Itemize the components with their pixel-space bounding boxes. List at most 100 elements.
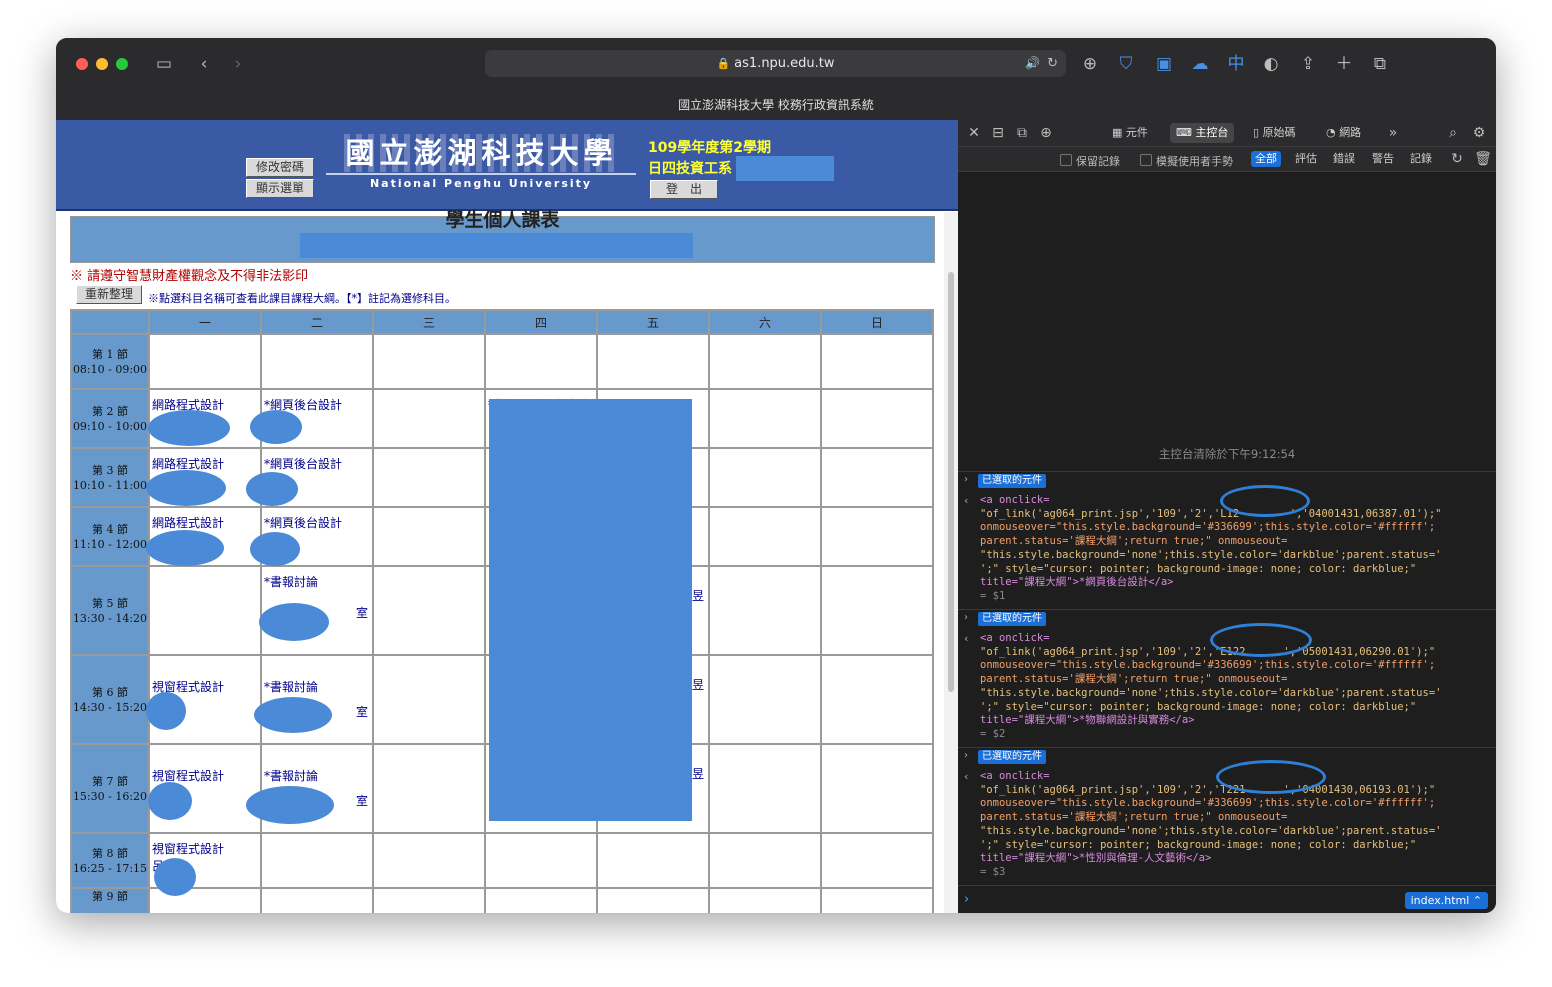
tab-network[interactable]: ◔ 網路 — [1326, 123, 1361, 143]
redaction-blob — [146, 470, 226, 506]
page-title-box: 學生個人課表 — [70, 209, 935, 263]
course-link[interactable]: *書報討論 — [262, 745, 372, 784]
scrollbar-thumb[interactable] — [948, 272, 954, 692]
filter-errors[interactable]: 錯誤 — [1333, 151, 1355, 167]
privacy-icon[interactable]: ◐ — [1259, 52, 1283, 76]
close-window-button[interactable] — [76, 58, 88, 70]
close-inspector-icon[interactable]: ✕ — [965, 123, 983, 143]
code-output[interactable]: <a onclick= "of_link('ag064_print.jsp','… — [980, 632, 1441, 742]
tab-overview-icon[interactable]: ⧉ — [1368, 52, 1392, 76]
code-output[interactable]: <a onclick= "of_link('ag064_print.jsp','… — [980, 494, 1441, 604]
more-tabs-icon[interactable]: » — [1384, 123, 1402, 143]
course-link[interactable]: 視窗程式設計 — [150, 745, 260, 784]
tab-title[interactable]: 國立澎湖科技大學 校務行政資訊系統 — [56, 90, 1496, 120]
gear-icon[interactable]: ⚙ — [1470, 123, 1488, 143]
console-prompt[interactable]: › index.html ⌃ — [958, 885, 1496, 913]
lock-icon: 🔒 — [716, 57, 731, 70]
highlight-circle — [1216, 760, 1326, 794]
period-name: 第 1 節 — [92, 347, 128, 361]
day-header: 一 — [148, 309, 262, 335]
schedule-cell — [372, 388, 486, 449]
period-name: 第 4 節 — [92, 522, 128, 536]
trash-icon[interactable]: 🗑 — [1474, 149, 1492, 169]
refresh-icon[interactable]: ↻ — [1448, 149, 1466, 169]
filter-logs[interactable]: 記錄 — [1410, 151, 1432, 167]
period-name: 第 8 節 — [92, 846, 128, 860]
show-menu-button[interactable]: 顯示選單 — [246, 179, 314, 198]
dictionary-extension-icon[interactable]: 中 — [1224, 52, 1248, 76]
copyright-notice: ※ 請遵守智慧財產權觀念及不得非法影印 — [70, 269, 309, 284]
dock-bottom-icon[interactable]: ⊟ — [989, 123, 1007, 143]
share-icon[interactable]: ⇪ — [1296, 52, 1320, 76]
course-link[interactable]: 視窗程式設計 — [150, 834, 260, 857]
expand-icon[interactable]: › — [964, 750, 968, 761]
tab-label: 元件 — [1125, 126, 1148, 139]
tab-console[interactable]: ⌨ 主控台 — [1170, 123, 1235, 143]
course-link[interactable]: *書報討論 — [262, 656, 372, 695]
search-icon[interactable]: ⌕ — [1444, 123, 1462, 143]
emulate-gesture-checkbox[interactable]: 模擬使用者手勢 — [1140, 153, 1233, 169]
code-line: parent.status='課程大綱';return true;" onmou… — [980, 673, 1288, 686]
course-link[interactable]: 網路程式設計 — [150, 449, 260, 472]
course-link[interactable]: 網路程式設計 — [150, 508, 260, 531]
course-link[interactable]: *書報討論 — [262, 567, 372, 590]
new-tab-icon[interactable]: ＋ — [1332, 52, 1356, 76]
minimize-window-button[interactable] — [96, 58, 108, 70]
filter-warnings[interactable]: 警告 — [1372, 151, 1394, 167]
element-picker-icon[interactable]: ⊕ — [1037, 123, 1055, 143]
highlight-circle — [1220, 485, 1310, 517]
sidebar-icon[interactable]: ▭ — [152, 52, 176, 76]
schedule-cell — [484, 832, 598, 889]
zoom-window-button[interactable] — [116, 58, 128, 70]
detach-icon[interactable]: ⧉ — [1013, 123, 1031, 143]
schedule-cell — [372, 333, 486, 390]
web-inspector: ✕ ⊟ ⧉ ⊕ ▦ 元件 ⌨ 主控台 ▯ 原始碼 ◔ 網路 » ⌕ ⚙ 保留記錄… — [958, 120, 1496, 913]
expand-icon[interactable]: › — [964, 474, 968, 485]
code-line: "of_link('ag064_print.jsp','109','2','E1… — [980, 645, 1436, 658]
reload-button[interactable]: 重新整理 — [76, 285, 142, 304]
code-line: ';" style="cursor: pointer; background-i… — [980, 838, 1417, 851]
course-link[interactable]: *網頁後台設計 — [262, 508, 372, 531]
course-link[interactable]: 視窗程式設計 — [150, 656, 260, 695]
filter-all[interactable]: 全部 — [1251, 151, 1281, 167]
period-cell: 第 8 節 16:25 - 17:15 — [70, 832, 150, 889]
code-line: <a onclick= — [980, 632, 1050, 644]
corner-cell — [70, 309, 150, 335]
download-icon[interactable]: ⊕ — [1078, 52, 1102, 76]
page-scrollbar[interactable] — [944, 212, 958, 913]
day-header: 二 — [260, 309, 374, 335]
course-link[interactable]: 網路程式設計 — [150, 390, 260, 413]
extension-icon[interactable]: ▣ — [1152, 52, 1176, 76]
translate-extension-icon[interactable]: ☁ — [1188, 52, 1212, 76]
code-line: "of_link('ag064_print.jsp','109','2','T2… — [980, 783, 1436, 796]
redaction-block — [300, 233, 693, 258]
period-cell: 第 7 節 15:30 - 16:20 — [70, 743, 150, 834]
tab-sources[interactable]: ▯ 原始碼 — [1253, 123, 1296, 143]
code-line: parent.status='課程大綱';return true;" onmou… — [980, 811, 1288, 824]
forward-icon[interactable]: › — [226, 52, 250, 76]
course-link[interactable]: *網頁後台設計 — [262, 449, 372, 472]
logout-button[interactable]: 登 出 — [650, 180, 718, 199]
output-arrow-icon: ‹ — [964, 770, 969, 783]
preserve-log-checkbox[interactable]: 保留記錄 — [1060, 153, 1120, 169]
reload-icon[interactable]: ↻ — [1047, 50, 1058, 77]
change-password-button[interactable]: 修改密碼 — [246, 158, 314, 177]
schedule-cell — [260, 887, 374, 913]
context-label: index.html — [1410, 894, 1470, 907]
execution-context-select[interactable]: index.html ⌃ — [1404, 892, 1488, 909]
web-page: 修改密碼 顯示選單 國立澎湖科技大學 National Penghu Unive… — [56, 120, 958, 913]
code-line: ';" style="cursor: pointer; background-i… — [980, 700, 1417, 713]
tab-elements[interactable]: ▦ 元件 — [1112, 123, 1148, 143]
expand-icon[interactable]: › — [964, 612, 968, 623]
code-output[interactable]: <a onclick= "of_link('ag064_print.jsp','… — [980, 770, 1441, 880]
address-bar[interactable]: 🔒 as1.npu.edu.tw 🔊 ↻ — [485, 50, 1066, 77]
period-time: 09:10 - 10:00 — [72, 419, 148, 433]
back-icon[interactable]: ‹ — [192, 52, 216, 76]
day-header: 六 — [708, 309, 822, 335]
speaker-icon[interactable]: 🔊 — [1025, 50, 1040, 77]
filter-evaluations[interactable]: 評估 — [1295, 151, 1317, 167]
university-logo-en: National Penghu University — [369, 177, 593, 190]
schedule-cell — [372, 743, 486, 834]
layout-icon: ▦ — [1112, 126, 1126, 139]
shield-extension-icon[interactable]: ⛉ — [1114, 52, 1138, 76]
